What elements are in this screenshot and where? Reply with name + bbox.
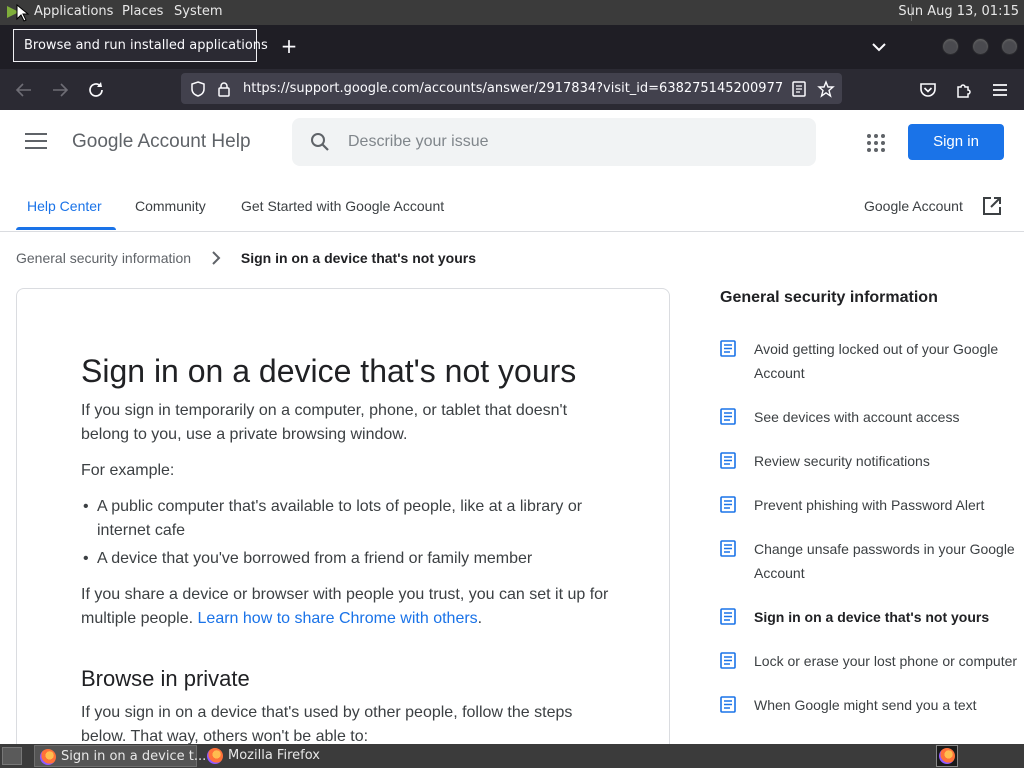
breadcrumb-current: Sign in on a device that's not yours — [240, 250, 477, 266]
list-item: A device that you've borrowed from a fri… — [81, 547, 611, 571]
places-menu[interactable]: Places — [122, 4, 163, 19]
pocket-icon[interactable] — [917, 79, 939, 101]
tab-strip: Browse and run installed applications + — [0, 25, 1024, 69]
article-title: Sign in on a device that's not yours — [81, 353, 577, 389]
share-paragraph: If you share a device or browser with pe… — [81, 583, 611, 631]
firefox-icon — [939, 748, 955, 764]
sidebar-item[interactable]: When Google might send you a text — [720, 693, 1020, 717]
extensions-icon[interactable] — [953, 79, 975, 101]
url-text[interactable]: https://support.google.com/accounts/answ… — [243, 81, 783, 96]
workspace-switcher[interactable] — [936, 745, 958, 767]
sidebar-heading: General security information — [720, 289, 938, 306]
shield-icon[interactable] — [189, 80, 207, 98]
article-intro: If you sign in temporarily on a computer… — [81, 402, 568, 443]
section-text: If you sign in on a device that's used b… — [81, 704, 573, 745]
reader-view-icon[interactable] — [790, 80, 808, 98]
chevron-right-icon — [212, 251, 221, 265]
google-apps-icon[interactable] — [866, 133, 886, 153]
sidebar-item[interactable]: See devices with account access — [720, 405, 1020, 429]
article-icon — [720, 652, 736, 669]
help-header: Google Account Help Sign in Help Center … — [0, 110, 1024, 232]
section-heading: Browse in private — [81, 666, 250, 691]
open-in-new-icon[interactable] — [982, 196, 1002, 216]
search-input[interactable] — [348, 130, 788, 154]
sidebar-item[interactable]: Lock or erase your lost phone or compute… — [720, 649, 1020, 673]
back-icon[interactable] — [13, 79, 35, 101]
taskbar-window-label[interactable]: Mozilla Firefox — [228, 748, 320, 763]
firefox-icon — [207, 748, 223, 764]
tab-help-center[interactable]: Help Center — [27, 198, 102, 214]
sidebar-item-label[interactable]: Avoid getting locked out of your Google … — [754, 341, 998, 381]
applications-tooltip: Browse and run installed applications — [13, 29, 268, 62]
article-icon — [720, 408, 736, 425]
sidebar-item-label[interactable]: Change unsafe passwords in your Google A… — [754, 541, 1015, 581]
minimize-button[interactable] — [942, 38, 959, 55]
new-tab-button[interactable]: + — [277, 35, 301, 59]
google-account-link[interactable]: Google Account — [864, 198, 963, 214]
article-icon — [720, 696, 736, 713]
maximize-button[interactable] — [972, 38, 989, 55]
forward-icon[interactable] — [49, 79, 71, 101]
app-menu-icon[interactable] — [989, 79, 1011, 101]
article-icon — [720, 340, 736, 357]
system-menu[interactable]: System — [174, 4, 222, 19]
sidebar-item[interactable]: Prevent phishing with Password Alert — [720, 493, 1020, 517]
reload-icon[interactable] — [85, 79, 107, 101]
search-icon[interactable] — [310, 132, 330, 152]
sidebar-item-label[interactable]: Prevent phishing with Password Alert — [754, 497, 984, 513]
sidebar-item-label[interactable]: When Google might send you a text — [754, 697, 977, 713]
example-list: A public computer that's available to lo… — [81, 495, 611, 571]
sidebar-item-label[interactable]: Lock or erase your lost phone or compute… — [754, 653, 1017, 669]
related-articles-sidebar: General security information Avoid getti… — [720, 289, 1020, 737]
bookmark-star-icon[interactable] — [817, 80, 835, 98]
share-chrome-link[interactable]: Learn how to share Chrome with others — [198, 610, 478, 627]
applications-menu[interactable]: Applications — [34, 4, 113, 19]
search-box[interactable] — [292, 118, 816, 166]
example-label: For example: — [81, 462, 175, 479]
top-panel: Applications Places System Sun Aug 13, 0… — [0, 0, 1024, 25]
taskbar-window-label[interactable]: Sign in on a device t... — [61, 749, 206, 764]
sign-in-button[interactable]: Sign in — [908, 124, 1004, 160]
show-desktop-button[interactable] — [2, 747, 22, 765]
tab-community[interactable]: Community — [135, 198, 206, 214]
firefox-icon — [40, 749, 56, 765]
active-tab-indicator — [16, 227, 116, 230]
list-all-tabs-icon[interactable] — [869, 37, 889, 57]
main-menu-icon[interactable] — [25, 133, 47, 151]
tab-get-started[interactable]: Get Started with Google Account — [241, 198, 444, 214]
taskbar: Sign in on a device t... Mozilla Firefox — [0, 744, 1024, 768]
sidebar-item-label[interactable]: See devices with account access — [754, 409, 959, 425]
article-icon — [720, 496, 736, 513]
article-icon — [720, 540, 736, 557]
sidebar-item-current[interactable]: Sign in on a device that's not yours — [720, 605, 1020, 629]
clock[interactable]: Sun Aug 13, 01:15 — [898, 4, 1019, 19]
article-body: Sign in on a device that's not yours If … — [81, 351, 611, 757]
navigation-toolbar: https://support.google.com/accounts/answ… — [0, 69, 1024, 110]
taskbar-window-active[interactable]: Sign in on a device t... — [34, 745, 206, 767]
sidebar-item-label[interactable]: Review security notifications — [754, 453, 930, 469]
list-item: A public computer that's available to lo… — [81, 495, 611, 543]
sidebar-item[interactable]: Avoid getting locked out of your Google … — [720, 337, 1020, 385]
url-bar[interactable]: https://support.google.com/accounts/answ… — [181, 73, 842, 104]
article-icon — [720, 452, 736, 469]
share-period: . — [477, 610, 483, 627]
lock-icon[interactable] — [215, 80, 233, 98]
sidebar-item[interactable]: Change unsafe passwords in your Google A… — [720, 537, 1020, 585]
article-icon — [720, 608, 736, 625]
taskbar-window[interactable]: Mozilla Firefox — [202, 745, 372, 767]
breadcrumb: General security information Sign in on … — [16, 250, 476, 266]
site-title[interactable]: Google Account Help — [72, 131, 251, 153]
sidebar-item-label[interactable]: Sign in on a device that's not yours — [754, 609, 989, 625]
article-card: Sign in on a device that's not yours If … — [16, 288, 670, 758]
close-window-button[interactable] — [1001, 38, 1018, 55]
breadcrumb-parent[interactable]: General security information — [16, 250, 191, 266]
sidebar-item[interactable]: Review security notifications — [720, 449, 1020, 473]
mouse-cursor-icon — [16, 4, 30, 22]
